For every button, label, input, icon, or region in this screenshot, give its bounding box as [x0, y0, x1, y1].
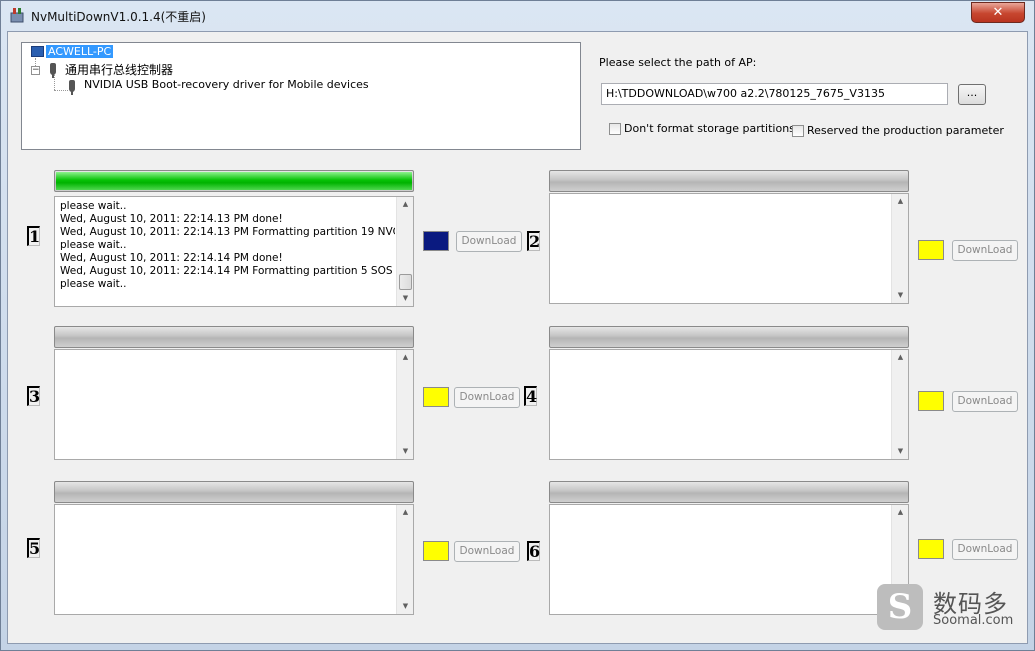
log-box-3[interactable]: ▲ ▼: [54, 349, 414, 460]
ap-path-input[interactable]: H:\TDDOWNLOAD\w700 a2.2\780125_7675_V313…: [601, 83, 948, 105]
slot-number-1: 1: [27, 226, 41, 246]
log-box-5[interactable]: ▲ ▼: [54, 504, 414, 615]
status-swatch-6: [918, 539, 944, 559]
log-box-1[interactable]: please wait.. Wed, August 10, 2011: 22:14…: [54, 196, 414, 307]
scrollbar-4[interactable]: ▲ ▼: [891, 350, 908, 459]
download-button-6[interactable]: DownLoad: [952, 539, 1018, 560]
scroll-up-icon[interactable]: ▲: [397, 505, 414, 520]
download-button-4[interactable]: DownLoad: [952, 391, 1018, 412]
progress-bar-3: [54, 326, 414, 348]
slot-number-3: 3: [27, 386, 41, 406]
reserved-param-label: Reserved the production parameter: [807, 124, 1004, 137]
progress-bar-2: [549, 170, 909, 192]
scrollbar-2[interactable]: ▲ ▼: [891, 194, 908, 303]
no-format-label: Don't format storage partitions: [624, 122, 795, 135]
scroll-down-icon[interactable]: ▼: [892, 288, 909, 303]
log-line: Wed, August 10, 2011: 22:14.13 PM done!: [60, 213, 283, 225]
slot-number-6: 6: [527, 541, 541, 561]
status-swatch-3: [423, 387, 449, 407]
usb-device-icon: [69, 80, 75, 95]
slot-number-4: 4: [524, 386, 538, 406]
log-line: please wait..: [60, 239, 127, 251]
scrollbar-3[interactable]: ▲ ▼: [396, 350, 413, 459]
download-button-1[interactable]: DownLoad: [456, 231, 522, 252]
watermark-logo-icon: S: [877, 584, 923, 630]
tree-node-nvidia-device[interactable]: NVIDIA USB Boot-recovery driver for Mobi…: [84, 78, 369, 91]
tree-node-usb-controllers[interactable]: 通用串行总线控制器: [65, 61, 173, 78]
slot-number-2: 2: [527, 231, 541, 251]
progress-fill-1: [56, 172, 412, 190]
log-line: Wed, August 10, 2011: 22:14.14 PM Format…: [60, 265, 393, 277]
device-tree[interactable]: ACWELL-PC − 通用串行总线控制器 NVIDIA USB Boot-re…: [21, 42, 581, 150]
log-box-4[interactable]: ▲ ▼: [549, 349, 909, 460]
path-label: Please select the path of AP:: [599, 56, 757, 69]
window-title: NvMultiDownV1.0.1.4(不重启): [31, 10, 206, 24]
status-swatch-2: [918, 240, 944, 260]
scroll-up-icon[interactable]: ▲: [397, 350, 414, 365]
scroll-down-icon[interactable]: ▼: [397, 599, 414, 614]
download-button-5[interactable]: DownLoad: [454, 541, 520, 562]
tree-root-label[interactable]: ACWELL-PC: [46, 45, 114, 58]
scroll-down-icon[interactable]: ▼: [397, 444, 414, 459]
progress-bar-1: [54, 170, 414, 192]
browse-button[interactable]: ...: [958, 84, 986, 105]
computer-icon: [31, 46, 44, 57]
progress-bar-6: [549, 481, 909, 503]
slot-number-5: 5: [27, 538, 41, 558]
log-line: please wait..: [60, 200, 127, 212]
scroll-up-icon[interactable]: ▲: [892, 350, 909, 365]
download-button-2[interactable]: DownLoad: [952, 240, 1018, 261]
progress-bar-4: [549, 326, 909, 348]
watermark-en: Soomal.com: [933, 613, 1014, 628]
log-line: please wait..: [60, 278, 127, 290]
collapse-icon[interactable]: −: [31, 66, 40, 75]
progress-bar-5: [54, 481, 414, 503]
scroll-down-icon[interactable]: ▼: [892, 444, 909, 459]
close-button[interactable]: ✕: [971, 2, 1025, 23]
status-swatch-5: [423, 541, 449, 561]
main-panel: ACWELL-PC − 通用串行总线控制器 NVIDIA USB Boot-re…: [7, 31, 1028, 644]
scroll-thumb[interactable]: [399, 274, 412, 290]
no-format-checkbox[interactable]: [609, 123, 621, 135]
usb-icon: [50, 63, 56, 78]
scroll-up-icon[interactable]: ▲: [397, 197, 414, 212]
log-line: Wed, August 10, 2011: 22:14.13 PM Format…: [60, 226, 395, 238]
app-icon: [10, 8, 24, 23]
scroll-up-icon[interactable]: ▲: [892, 194, 909, 209]
status-swatch-4: [918, 391, 944, 411]
log-lines-1: please wait.. Wed, August 10, 2011: 22:14…: [60, 200, 395, 291]
scroll-up-icon[interactable]: ▲: [892, 505, 909, 520]
scrollbar-1[interactable]: ▲ ▼: [396, 197, 413, 306]
title-bar[interactable]: NvMultiDownV1.0.1.4(不重启) ✕: [1, 1, 1034, 31]
download-button-3[interactable]: DownLoad: [454, 387, 520, 408]
log-box-2[interactable]: ▲ ▼: [549, 193, 909, 304]
scroll-down-icon[interactable]: ▼: [397, 291, 414, 306]
status-swatch-1: [423, 231, 449, 251]
log-line: Wed, August 10, 2011: 22:14.14 PM done!: [60, 252, 283, 264]
app-window: NvMultiDownV1.0.1.4(不重启) ✕ ACWELL-PC − 通…: [0, 0, 1035, 651]
reserved-param-checkbox[interactable]: [792, 125, 804, 137]
log-box-6[interactable]: ▲ ▼: [549, 504, 909, 615]
scrollbar-5[interactable]: ▲ ▼: [396, 505, 413, 614]
